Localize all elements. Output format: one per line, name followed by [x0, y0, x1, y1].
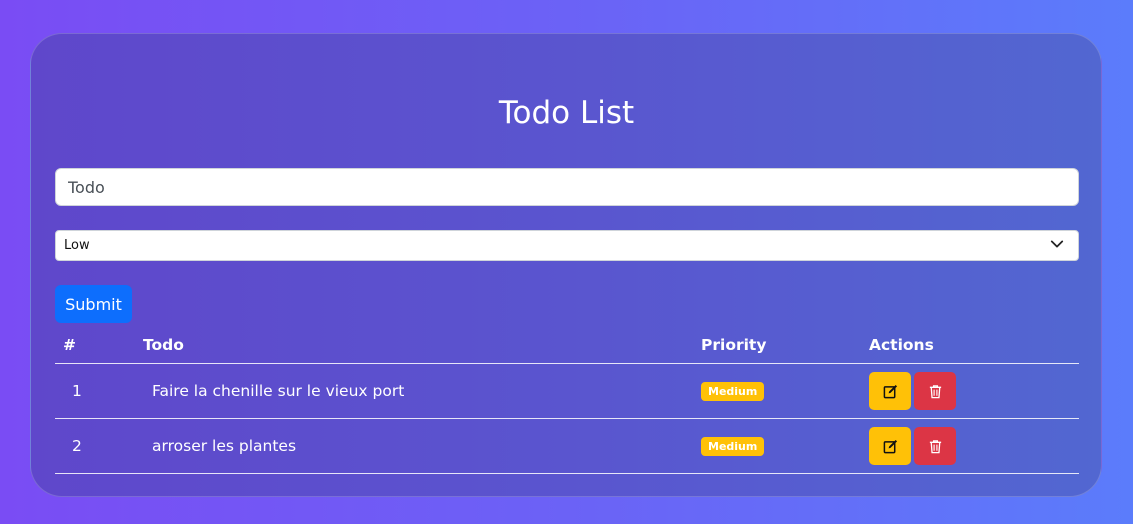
submit-button[interactable]: Submit [55, 285, 132, 323]
page-title: Todo List [498, 95, 635, 131]
row-todo-text: arroser les plantes [135, 418, 693, 474]
chevron-down-icon [1050, 240, 1064, 248]
priority-select[interactable]: Low [55, 230, 1079, 261]
row-todo-text: Faire la chenille sur le vieux port [135, 363, 693, 419]
trash-icon [929, 384, 941, 398]
priority-badge: Medium [701, 382, 765, 401]
header-number: # [55, 326, 135, 364]
table-header-row: # Todo Priority Actions [55, 326, 1079, 364]
todo-input[interactable] [55, 168, 1079, 206]
priority-selected-value: Low [64, 238, 90, 253]
row-number: 2 [55, 418, 135, 474]
priority-badge: Medium [701, 437, 765, 456]
table-row: 1 Faire la chenille sur le vieux port Me… [55, 363, 1079, 419]
delete-button[interactable] [914, 372, 956, 410]
row-number: 1 [55, 363, 135, 419]
edit-button[interactable] [869, 372, 911, 410]
header-todo: Todo [135, 326, 693, 364]
edit-icon [883, 439, 897, 453]
header-priority: Priority [693, 326, 861, 364]
todo-table: # Todo Priority Actions 1 Faire la cheni… [55, 326, 1079, 474]
edit-button[interactable] [869, 427, 911, 465]
header-actions: Actions [861, 326, 1079, 364]
trash-icon [929, 439, 941, 453]
table-row: 2 arroser les plantes Medium [55, 418, 1079, 474]
delete-button[interactable] [914, 427, 956, 465]
edit-icon [883, 384, 897, 398]
